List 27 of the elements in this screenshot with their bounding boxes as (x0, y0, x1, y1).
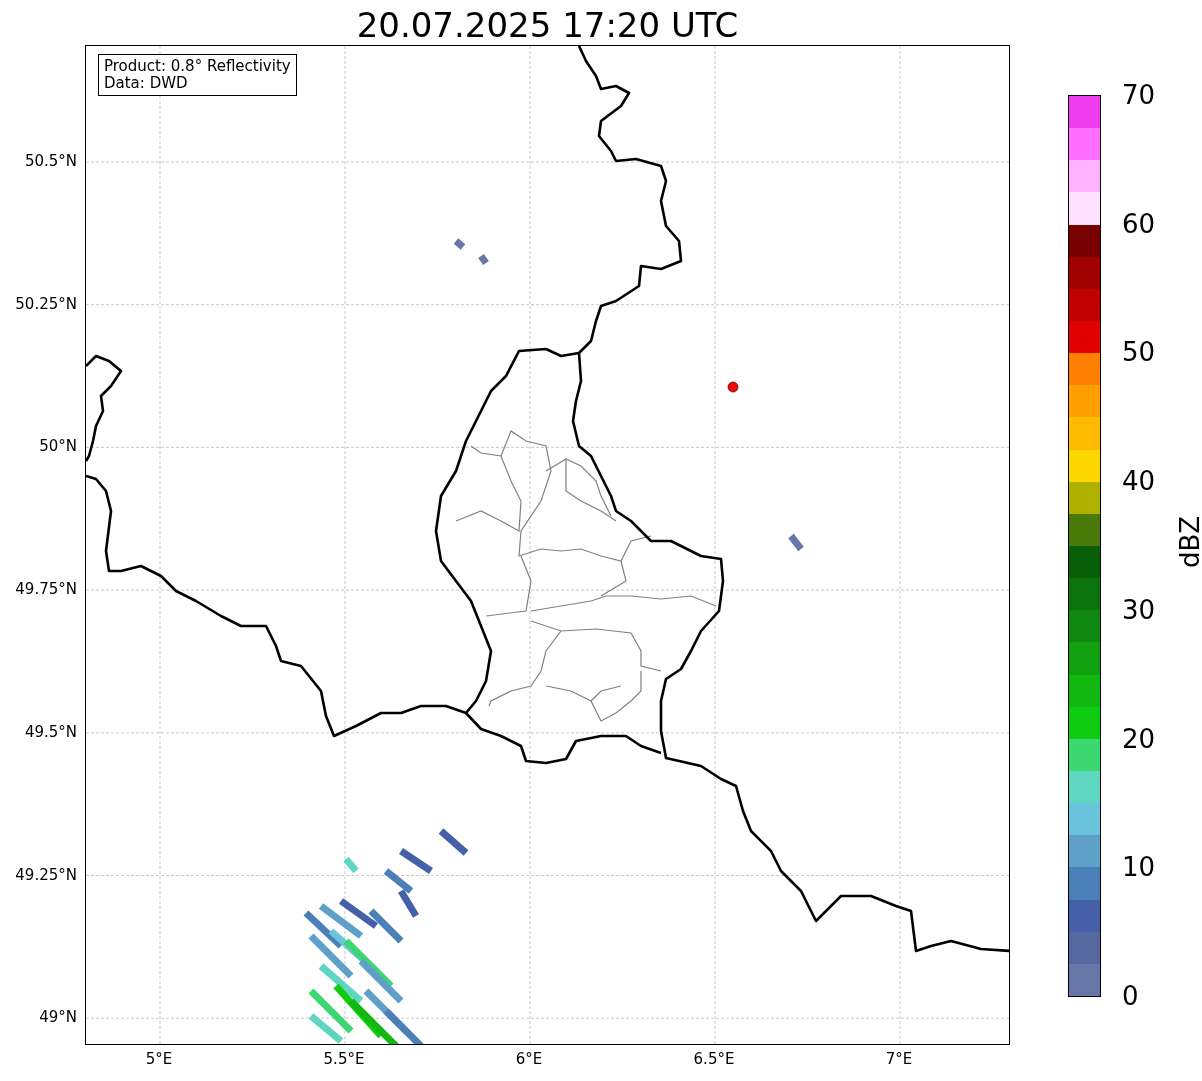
colorbar-label: dBZ (1175, 515, 1202, 569)
longitude-label: 5.5°E (323, 1050, 365, 1068)
radar-echo-speck (788, 533, 804, 552)
colorbar-tick-label: 60 (1122, 208, 1156, 239)
longitude-label: 6.5°E (693, 1050, 735, 1068)
colorbar-tick-label: 70 (1122, 80, 1156, 110)
longitude-label: 6°E (515, 1050, 543, 1068)
latitude-label: 50.5°N (24, 152, 77, 170)
longitude-label: 5°E (145, 1050, 173, 1068)
radar-echo-speck (478, 253, 489, 266)
latitude-label: 49.75°N (15, 580, 77, 599)
colorbar-tick-label: 20 (1122, 723, 1156, 754)
radar-site-marker (727, 381, 739, 393)
info-box: Product: 0.8° Reflectivity Data: DWD (98, 54, 297, 96)
latitude-label: 50.25°N (15, 294, 77, 313)
map-title: 20.07.2025 17:20 UTC (355, 5, 740, 45)
latitude-label: 50°N (39, 437, 77, 456)
colorbar-tick-label: 50 (1122, 337, 1156, 368)
latitude-label: 49.5°N (24, 722, 77, 741)
longitude-label: 7°E (885, 1050, 913, 1068)
colorbar-tick-label: 30 (1122, 594, 1156, 625)
radar-echo-speck (453, 238, 466, 250)
colorbar-tick-label: 10 (1122, 852, 1156, 883)
latitude-label: 49.25°N (15, 865, 77, 884)
colorbar-tick-label: 0 (1122, 981, 1139, 1011)
colorbar-tick-label: 40 (1122, 466, 1156, 497)
latitude-label: 49°N (39, 1008, 77, 1027)
